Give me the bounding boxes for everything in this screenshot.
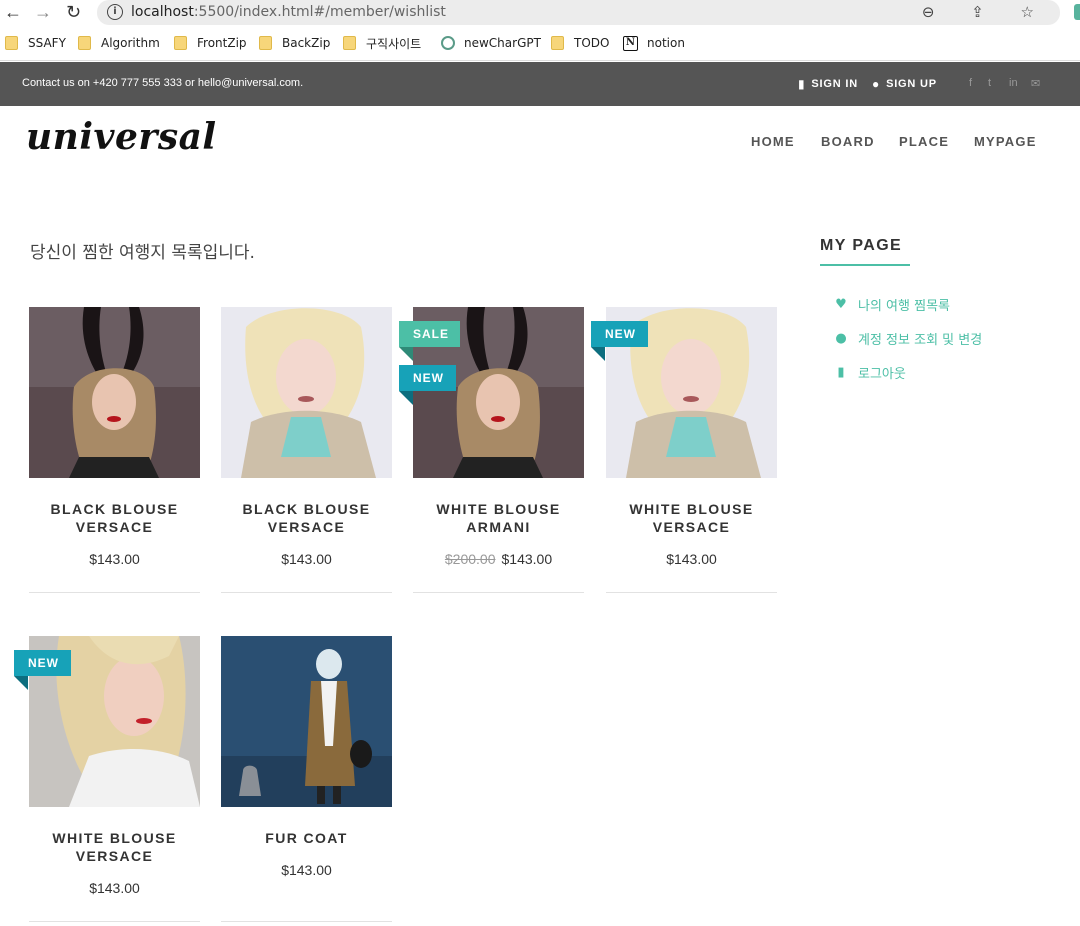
sidebar-item-logout[interactable]: ▮ 로그아웃 <box>833 363 905 382</box>
sale-badge: SALE <box>399 321 460 361</box>
product-image[interactable] <box>29 307 200 478</box>
site-topbar: Contact us on +420 777 555 333 or hello@… <box>0 62 1080 106</box>
nav-mypage[interactable]: MYPAGE <box>974 134 1037 149</box>
url-text[interactable]: localhost:5500/index.html#/member/wishli… <box>131 4 446 20</box>
folder-icon <box>259 36 272 50</box>
product-price: $143.00 <box>89 880 140 896</box>
product-image[interactable] <box>221 636 392 807</box>
sign-in-link[interactable]: ▮ SIGN IN <box>798 77 858 91</box>
divider <box>29 921 200 922</box>
user-icon: ● <box>835 331 847 346</box>
product-name[interactable]: BLACK BLOUSE VERSACE <box>29 500 200 536</box>
old-price: $200.00 <box>444 551 496 567</box>
facebook-icon[interactable]: f <box>969 77 972 89</box>
bookmark-algorithm[interactable]: Algorithm <box>78 34 160 52</box>
sidebar-item-wishlist[interactable]: ♥ 나의 여행 찜목록 <box>833 295 950 314</box>
back-icon[interactable]: ← <box>4 2 22 22</box>
bookmark-backzip[interactable]: BackZip <box>259 34 330 52</box>
browser-toolbar: ← → ↻ i localhost:5500/index.html#/membe… <box>0 0 1080 25</box>
divider <box>221 921 392 922</box>
mail-icon[interactable]: ✉ <box>1031 77 1040 90</box>
folder-icon <box>174 36 187 50</box>
product-price: $143.00 <box>281 862 332 878</box>
new-badge: NEW <box>399 365 456 405</box>
folder-icon <box>78 36 91 50</box>
divider <box>29 592 200 593</box>
sign-up-link[interactable]: ● SIGN UP <box>872 77 937 91</box>
folder-icon <box>551 36 564 50</box>
bookmarks-bar: SSAFY Algorithm FrontZip BackZip 구직사이트 n… <box>0 25 1080 61</box>
product-price: $200.00 $143.00 <box>444 551 553 567</box>
product-name[interactable]: WHITE BLOUSE VERSACE <box>29 829 200 865</box>
chatgpt-icon <box>441 36 455 50</box>
bookmark-newchargpt[interactable]: newCharGPT <box>441 34 541 52</box>
notion-icon: N <box>623 35 638 51</box>
heart-icon: ♥ <box>835 297 847 312</box>
divider <box>413 592 584 593</box>
extension-icon[interactable] <box>1074 4 1080 20</box>
folder-icon <box>343 36 356 50</box>
product-name[interactable]: BLACK BLOUSE VERSACE <box>221 500 392 536</box>
new-badge: NEW <box>591 321 648 361</box>
contact-text: Contact us on +420 777 555 333 or hello@… <box>22 77 304 89</box>
page-intro: 당신이 찜한 여행지 목록입니다. <box>30 243 255 263</box>
folder-icon <box>5 36 18 50</box>
site-info-icon[interactable]: i <box>107 4 123 20</box>
product-name[interactable]: FUR COAT <box>221 829 392 847</box>
address-bar-tools-icon[interactable]: ⊖ ⇪ ☆ <box>922 3 1050 21</box>
new-badge: NEW <box>14 650 71 690</box>
twitter-icon[interactable]: t <box>988 77 991 89</box>
sidebar-item-account[interactable]: ● 계정 정보 조회 및 변경 <box>833 329 982 348</box>
product-price: $143.00 <box>281 551 332 567</box>
product-image[interactable] <box>221 307 392 478</box>
nav-place[interactable]: PLACE <box>899 134 949 149</box>
address-bar[interactable]: i localhost:5500/index.html#/member/wish… <box>97 0 1060 25</box>
nav-board[interactable]: BOARD <box>821 134 875 149</box>
linkedin-icon[interactable]: in <box>1009 77 1018 89</box>
bookmark-frontzip[interactable]: FrontZip <box>174 34 247 52</box>
door-icon: ▮ <box>837 365 845 380</box>
product-price: $143.00 <box>666 551 717 567</box>
product-name[interactable]: WHITE BLOUSE VERSACE <box>606 500 777 536</box>
forward-icon[interactable]: → <box>34 2 52 22</box>
user-icon: ● <box>872 77 881 91</box>
bookmark-ssafy[interactable]: SSAFY <box>5 34 66 52</box>
divider <box>221 592 392 593</box>
bookmark-job-sites[interactable]: 구직사이트 <box>343 34 421 52</box>
sidebar-title: MY PAGE <box>820 237 903 254</box>
product-price: $143.00 <box>89 551 140 567</box>
site-logo[interactable]: universal <box>26 116 217 158</box>
reload-icon[interactable]: ↻ <box>66 2 81 22</box>
door-icon: ▮ <box>798 77 806 91</box>
bookmark-todo[interactable]: TODO <box>551 34 609 52</box>
nav-home[interactable]: HOME <box>751 134 795 149</box>
sidebar-title-underline <box>820 264 910 266</box>
bookmark-notion[interactable]: Nnotion <box>623 34 685 52</box>
divider <box>606 592 777 593</box>
product-name[interactable]: WHITE BLOUSE ARMANI <box>413 500 584 536</box>
